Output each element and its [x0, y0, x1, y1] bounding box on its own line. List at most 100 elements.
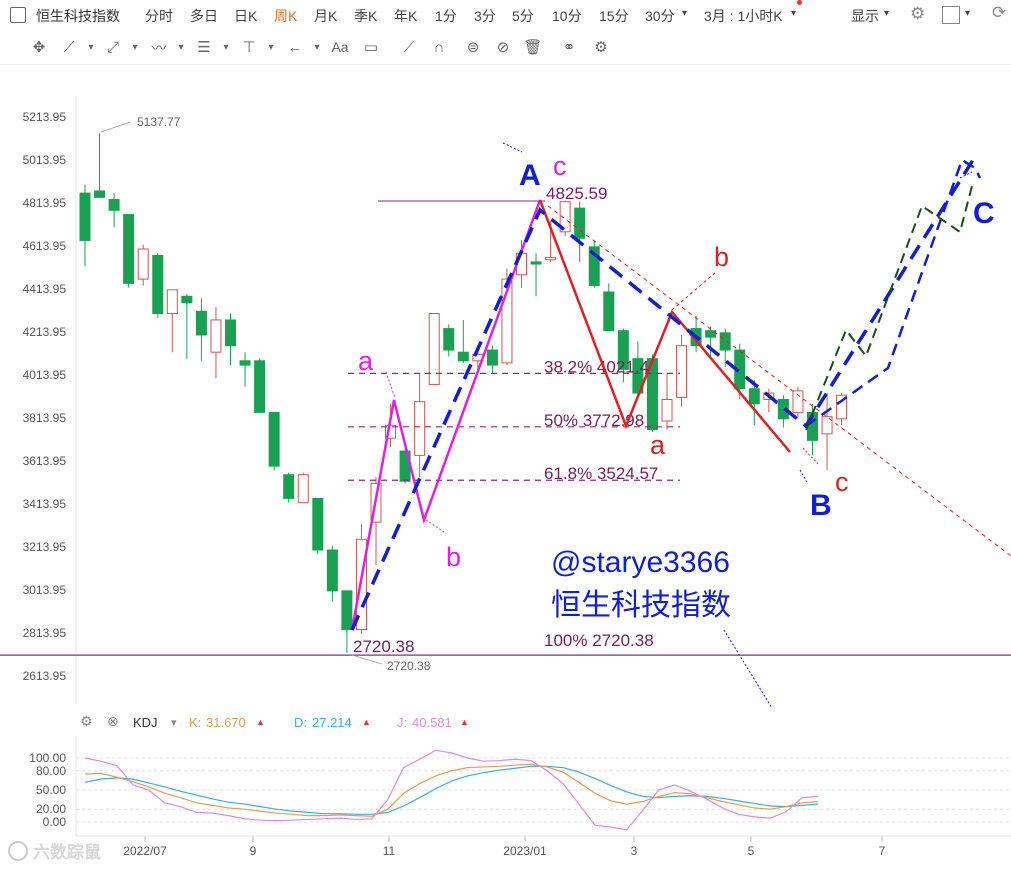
text-icon[interactable]: Aa	[329, 36, 351, 58]
candle-up	[297, 474, 309, 504]
period-5min[interactable]: 5分	[512, 6, 534, 26]
dropdown-icon-1[interactable]: ▾	[80, 36, 102, 58]
link-icon[interactable]: ⚭	[558, 36, 580, 58]
candle-up	[676, 345, 688, 398]
period-quarterly[interactable]: 季K	[354, 6, 377, 26]
wave-icon[interactable]: 〰	[148, 36, 170, 58]
wave-blue-tick	[723, 629, 773, 709]
peak-price-label: 4825.59	[546, 184, 607, 203]
candle-up	[137, 248, 149, 280]
y-tick-label: 4013.95	[23, 368, 67, 382]
period-30min[interactable]: 30分	[645, 6, 675, 26]
candle-down	[181, 295, 193, 304]
candle-up	[166, 289, 178, 314]
kdj-name[interactable]: KDJ	[133, 715, 158, 730]
period-daily[interactable]: 日K	[234, 6, 257, 26]
annotation-labels: 5137.774825.592720.382720.38A cababcBC@st…	[100, 115, 995, 673]
period-monthly[interactable]: 月K	[314, 6, 337, 26]
range-dropdown-icon[interactable]: ▾	[791, 8, 796, 19]
arrow-icon[interactable]: ←	[284, 36, 306, 58]
kdj-y-tick-label: 50.00	[36, 783, 66, 797]
crosshair-icon[interactable]: ✥	[28, 36, 50, 58]
ruler-icon[interactable]: ⟋	[398, 36, 420, 58]
kdj-dropdown-icon[interactable]: ▾	[171, 716, 177, 729]
trend-line-red	[547, 205, 1011, 557]
dropdown-icon-3[interactable]: ▾	[170, 36, 192, 58]
kdj-y-tick-label: 0.00	[43, 815, 67, 829]
period-10min[interactable]: 10分	[552, 6, 582, 26]
candlestick-chart[interactable]: 5213.95 5013.95 4813.95 4613.95 4413.95 4213.…	[0, 64, 1011, 712]
dropdown-icon-6[interactable]: ▾	[306, 36, 328, 58]
low-price-label: 2720.38	[353, 637, 414, 656]
label-B: B	[810, 489, 832, 522]
kdj-header: ⚙ ⊗ KDJ ▾ K: 31.670 ▲ D: 27.214 ▲ J: 40.…	[0, 712, 1011, 734]
kdj-k-label: K:	[189, 715, 202, 730]
candles	[79, 133, 848, 654]
ray-icon[interactable]: ⤢	[102, 36, 124, 58]
candle-down	[254, 360, 266, 413]
dropdown-icon-4[interactable]: ▾	[215, 36, 237, 58]
label-c-magenta: c	[553, 151, 567, 181]
index-select-icon[interactable]	[10, 7, 26, 23]
candle-up	[414, 401, 426, 456]
period-3min[interactable]: 3分	[474, 6, 496, 26]
candle-down	[108, 199, 120, 211]
kdj-k-arrow-icon: ▲	[256, 717, 265, 727]
candle-up	[545, 257, 557, 261]
x-axis: 2022/07 9 11 2023/01 3 5 7	[76, 835, 1011, 858]
layout-icon[interactable]	[942, 6, 960, 24]
comment-icon[interactable]: ▭	[360, 36, 382, 58]
index-title[interactable]: 恒生科技指数	[36, 6, 120, 26]
wave-blue-tick	[502, 142, 523, 153]
low-leader-line	[351, 654, 383, 665]
kdj-settings-icon[interactable]: ⚙	[80, 713, 93, 730]
candle-down	[312, 497, 324, 551]
line-icon[interactable]: ⟋	[58, 36, 80, 58]
x-tick-label: 5	[748, 844, 755, 858]
layout-dropdown-icon[interactable]: ▾	[965, 8, 970, 19]
wave-magenta-tick	[425, 519, 445, 533]
period-fenshi[interactable]: 分时	[145, 6, 173, 26]
y-tick-label: 5013.95	[23, 153, 67, 167]
trash-icon[interactable]: 🗑	[522, 36, 544, 58]
label-a-magenta: a	[358, 346, 374, 376]
settings-gear-icon[interactable]: ⚙	[910, 4, 925, 24]
kdj-y-tick-label: 80.00	[36, 764, 66, 778]
channel-icon[interactable]: ☰	[193, 36, 215, 58]
kdj-chart[interactable]: 100.0080.0050.0020.000.00 2022/07 9 11 2023…	[0, 734, 1011, 870]
label-C: C	[973, 197, 995, 230]
period-yearly[interactable]: 年K	[394, 6, 417, 26]
candle-up	[210, 319, 222, 353]
candle-down	[94, 190, 106, 198]
magnet-icon[interactable]: ∩	[428, 36, 450, 58]
period-weekly[interactable]: 周K	[274, 6, 297, 26]
y-tick-label: 2813.95	[23, 626, 67, 640]
price-line-icon[interactable]: ⊤	[238, 36, 260, 58]
low-axis-label: 2720.38	[387, 659, 431, 673]
logo-mark	[8, 841, 28, 861]
period-15min[interactable]: 15分	[599, 6, 629, 26]
kdj-close-icon[interactable]: ⊗	[107, 713, 119, 730]
kdj-d-value: 27.214	[312, 715, 352, 730]
period-dropdown-icon[interactable]: ▾	[682, 8, 687, 19]
settings-icon[interactable]: ⚙	[590, 36, 612, 58]
dropdown-icon-5[interactable]: ▾	[260, 36, 282, 58]
x-tick-label: 11	[383, 844, 396, 858]
candle-down	[457, 351, 469, 362]
candle-down	[603, 291, 615, 332]
refresh-icon[interactable]: ⟳	[992, 3, 1006, 23]
range-select[interactable]: 3月 : 1小时K	[704, 6, 783, 26]
eye-off-icon[interactable]: ⊘	[492, 36, 514, 58]
drawing-toolbar: ✥ ⟋ ⤢ 〰 ☰ ⊤ ← Aa ▭ ⟋ ∩ ⊜ ⊘ 🗑 ⚭ ⚙ ▾ ▾ ▾ ▾…	[0, 30, 1011, 65]
notify-dot-icon	[797, 0, 802, 5]
label-b-red: b	[714, 242, 729, 272]
kdj-k-value: 31.670	[206, 715, 246, 730]
candle-down	[239, 360, 251, 366]
period-duori[interactable]: 多日	[190, 6, 218, 26]
display-dropdown-icon[interactable]: ▾	[884, 8, 889, 19]
lock-icon[interactable]: ⊜	[462, 36, 484, 58]
candle-down	[195, 310, 207, 336]
period-1min[interactable]: 1分	[435, 6, 457, 26]
dropdown-icon-2[interactable]: ▾	[124, 36, 146, 58]
display-button[interactable]: 显示	[851, 6, 879, 26]
